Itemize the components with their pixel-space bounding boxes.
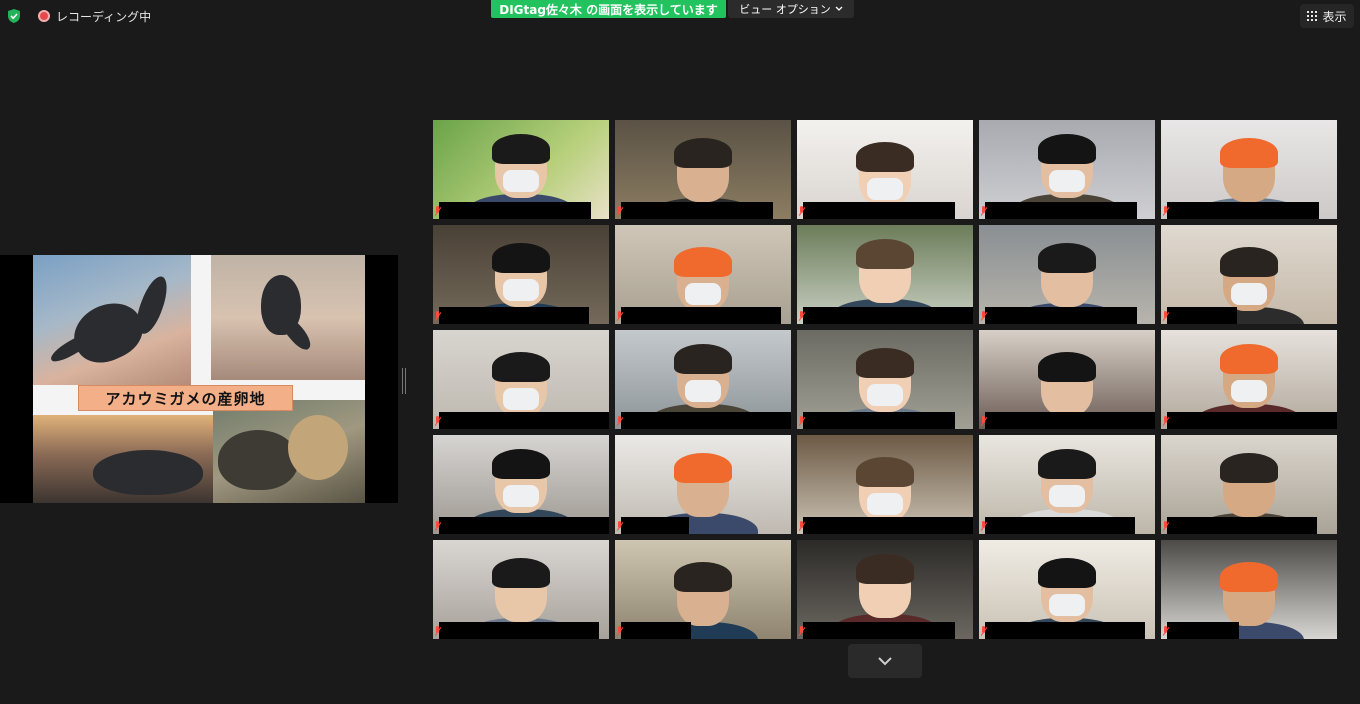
participant-tile[interactable] — [433, 225, 609, 324]
participant-tile[interactable] — [1161, 120, 1337, 219]
participant-tile[interactable] — [797, 435, 973, 534]
participant-tile[interactable] — [979, 120, 1155, 219]
slide-caption: アカウミガメの産卵地 — [78, 385, 293, 411]
muted-mic-icon — [1162, 311, 1169, 322]
participant-tile[interactable] — [615, 225, 791, 324]
participant-name-redacted — [1167, 412, 1337, 429]
participant-tile[interactable] — [797, 120, 973, 219]
participant-name-redacted — [439, 202, 591, 219]
participant-tile[interactable] — [1161, 330, 1337, 429]
participant-name-redacted — [439, 622, 599, 639]
muted-mic-icon — [980, 416, 987, 427]
participant-tile[interactable] — [797, 330, 973, 429]
muted-mic-icon — [1162, 626, 1169, 637]
grid-view-icon — [1307, 11, 1318, 21]
participant-tile[interactable] — [615, 435, 791, 534]
participant-name-redacted — [803, 202, 955, 219]
slide-photo-hatchling-hands — [33, 255, 191, 385]
muted-mic-icon — [798, 311, 805, 322]
participant-name-redacted — [985, 202, 1137, 219]
muted-mic-icon — [980, 311, 987, 322]
participant-name-redacted — [985, 412, 1155, 429]
slide-photo-adult-turtle — [213, 400, 365, 503]
muted-mic-icon — [616, 521, 623, 532]
muted-mic-icon — [434, 626, 441, 637]
chevron-down-icon — [835, 6, 843, 11]
participant-name-redacted — [1167, 307, 1237, 324]
muted-mic-icon — [980, 206, 987, 217]
participant-tile[interactable] — [979, 435, 1155, 534]
scroll-down-button[interactable] — [848, 644, 922, 678]
participant-tile[interactable] — [797, 225, 973, 324]
participant-tile[interactable] — [1161, 225, 1337, 324]
view-options-button[interactable]: ビュー オプション — [728, 0, 854, 18]
muted-mic-icon — [434, 311, 441, 322]
participant-name-redacted — [1167, 517, 1317, 534]
participant-tile[interactable] — [433, 435, 609, 534]
recording-icon — [38, 10, 50, 22]
muted-mic-icon — [616, 416, 623, 427]
participant-name-redacted — [621, 517, 689, 534]
muted-mic-icon — [1162, 521, 1169, 532]
participant-name-redacted — [985, 517, 1135, 534]
participant-name-redacted — [985, 622, 1145, 639]
shield-check-icon[interactable] — [6, 8, 22, 24]
participant-name-redacted — [1167, 622, 1239, 639]
view-options-label: ビュー オプション — [739, 3, 831, 16]
participant-name-redacted — [439, 307, 589, 324]
muted-mic-icon — [616, 311, 623, 322]
chevron-down-icon — [878, 657, 892, 666]
muted-mic-icon — [616, 206, 623, 217]
muted-mic-icon — [434, 416, 441, 427]
participant-tile[interactable] — [433, 540, 609, 639]
participant-tile[interactable] — [1161, 435, 1337, 534]
participant-name-redacted — [803, 517, 973, 534]
slide-photo-beach-sunset — [33, 415, 213, 503]
participant-name-redacted — [621, 412, 791, 429]
muted-mic-icon — [980, 626, 987, 637]
shared-screen[interactable]: アカウミガメの産卵地 — [0, 255, 398, 503]
participant-tile[interactable] — [979, 540, 1155, 639]
muted-mic-icon — [798, 416, 805, 427]
participant-name-redacted — [439, 517, 609, 534]
slide-photo-hatchling-fingers — [211, 255, 365, 380]
participant-name-redacted — [621, 202, 773, 219]
recording-label: レコーディング中 — [56, 9, 152, 24]
participant-name-redacted — [803, 622, 955, 639]
participant-tile[interactable] — [433, 120, 609, 219]
participant-name-redacted — [621, 307, 781, 324]
muted-mic-icon — [434, 206, 441, 217]
muted-mic-icon — [798, 626, 805, 637]
panel-splitter-handle[interactable] — [402, 368, 406, 394]
muted-mic-icon — [798, 206, 805, 217]
participant-name-redacted — [985, 307, 1137, 324]
participant-tile[interactable] — [979, 330, 1155, 429]
muted-mic-icon — [434, 521, 441, 532]
participant-tile[interactable] — [615, 540, 791, 639]
participant-tile[interactable] — [433, 330, 609, 429]
participant-tile[interactable] — [615, 330, 791, 429]
view-button-label: 表示 — [1322, 9, 1347, 24]
view-button[interactable]: 表示 — [1300, 4, 1354, 28]
participant-tile[interactable] — [615, 120, 791, 219]
recording-indicator[interactable]: レコーディング中 — [38, 8, 151, 24]
participant-name-redacted — [621, 622, 691, 639]
participant-name-redacted — [803, 412, 955, 429]
muted-mic-icon — [980, 521, 987, 532]
presentation-slide: アカウミガメの産卵地 — [33, 255, 365, 503]
screen-sharing-banner: DIGtag佐々木 の画面を表示しています — [491, 0, 726, 18]
participant-name-redacted — [803, 307, 973, 324]
muted-mic-icon — [1162, 206, 1169, 217]
zoom-meeting-window: レコーディング中 DIGtag佐々木 の画面を表示しています ビュー オプション… — [0, 0, 1360, 704]
participant-tile[interactable] — [979, 225, 1155, 324]
participant-name-redacted — [1167, 202, 1319, 219]
muted-mic-icon — [616, 626, 623, 637]
participant-tile[interactable] — [797, 540, 973, 639]
muted-mic-icon — [798, 521, 805, 532]
muted-mic-icon — [1162, 416, 1169, 427]
participant-name-redacted — [439, 412, 609, 429]
participant-tile[interactable] — [1161, 540, 1337, 639]
